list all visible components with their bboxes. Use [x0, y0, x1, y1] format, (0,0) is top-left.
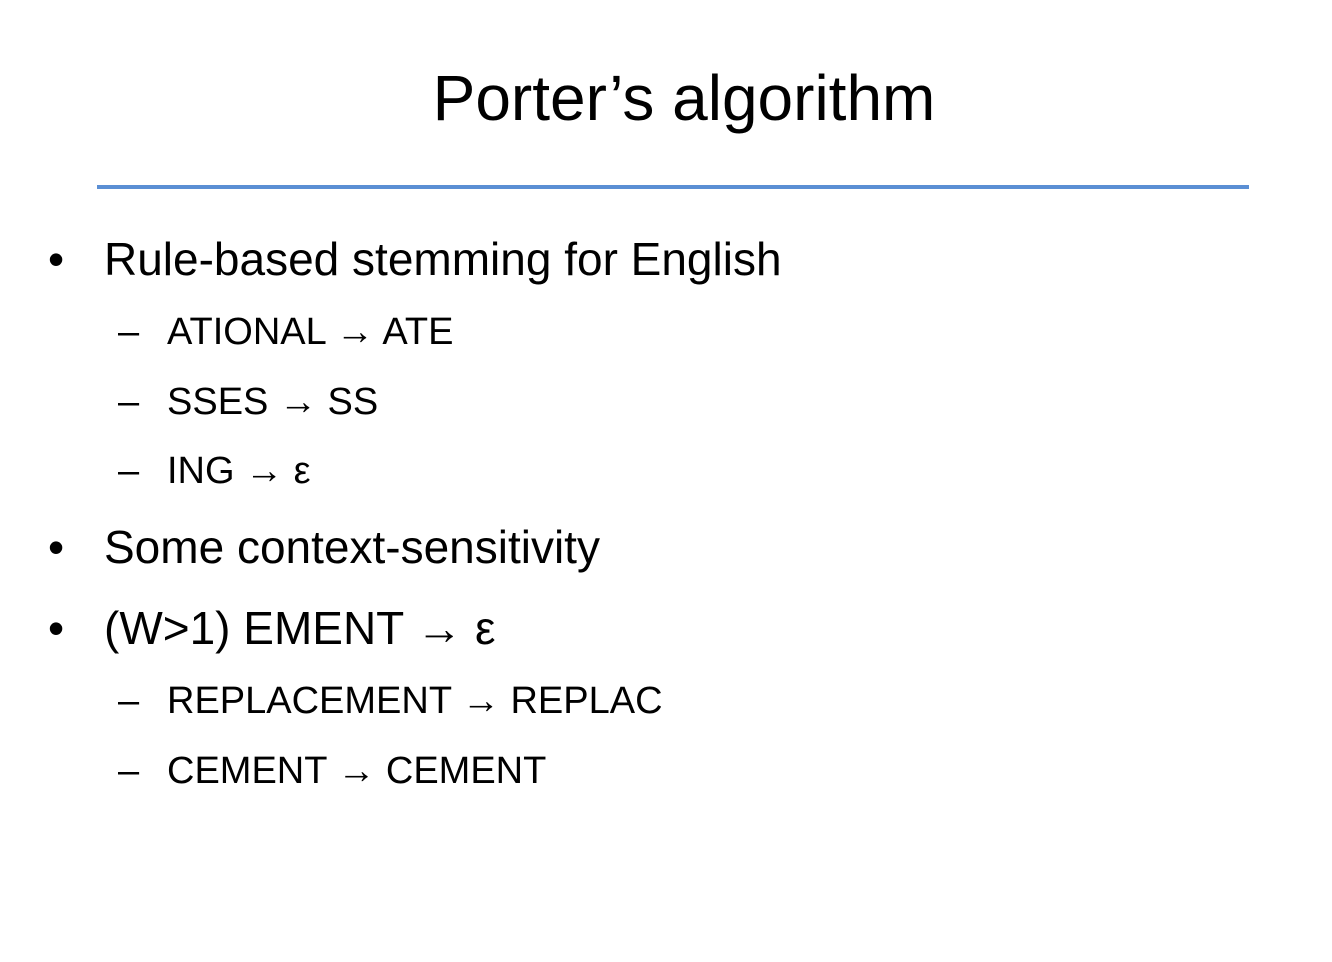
bullet-marker: • — [48, 521, 65, 573]
bullet-marker: • — [48, 602, 65, 654]
bullet-marker: • — [48, 233, 65, 285]
sub-bullet-marker: – — [118, 381, 140, 423]
bullet-text: Rule-based stemming for English — [104, 233, 782, 285]
sub-bullet-text: ATIONAL → ATE — [167, 311, 454, 353]
bullet-list: • Rule-based stemming for English – ATIO… — [0, 0, 1332, 962]
sub-bullet-text: CEMENT → CEMENT — [167, 750, 547, 792]
sub-bullet-marker: – — [118, 680, 140, 722]
sub-bullet-text: ING → ε — [167, 450, 311, 492]
sub-bullet-marker: – — [118, 311, 140, 353]
bullet-text: (W>1) EMENT → ε — [104, 602, 496, 654]
sub-bullet-text: SSES → SS — [167, 381, 379, 423]
sub-bullet-marker: – — [118, 750, 140, 792]
bullet-text: Some context-sensitivity — [104, 521, 600, 573]
sub-bullet-text: REPLACEMENT → REPLAC — [167, 680, 663, 722]
sub-bullet-marker: – — [118, 450, 140, 492]
